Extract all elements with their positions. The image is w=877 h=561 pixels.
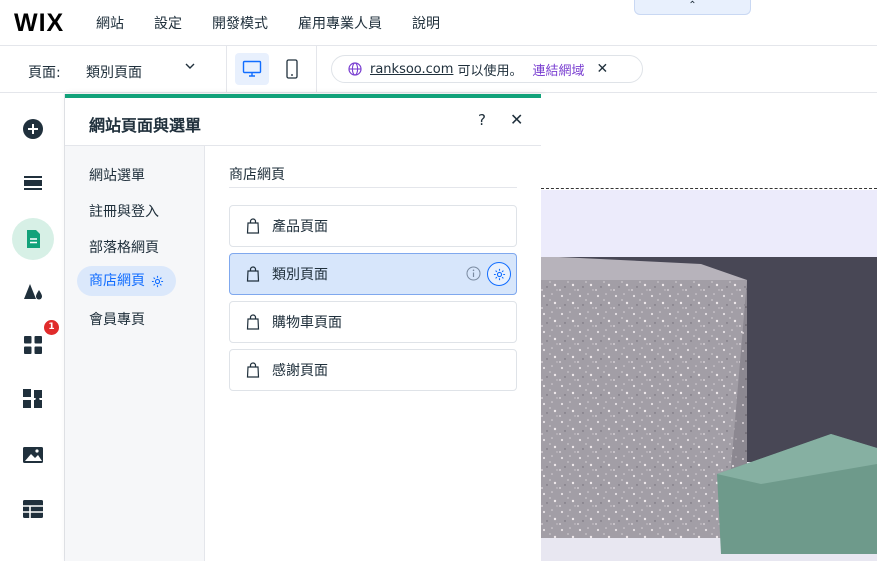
chevron-up-icon: ⌃ <box>688 0 697 11</box>
section-title: 商店網頁 <box>229 167 285 183</box>
desktop-icon <box>242 60 262 77</box>
sections-icon <box>24 176 42 190</box>
business-icon <box>23 389 42 408</box>
pages-button[interactable] <box>12 218 54 260</box>
design-button[interactable] <box>12 270 54 312</box>
globe-icon <box>348 62 362 76</box>
nav-item-site-menu[interactable]: 網站選單 <box>89 165 145 185</box>
shopping-bag-icon <box>246 266 260 282</box>
panel-nav: 網站選單 註冊與登入 部落格網頁 商店網頁 會員專頁 <box>65 146 205 561</box>
business-tools-button[interactable] <box>12 378 54 420</box>
page-item-label: 類別頁面 <box>272 267 328 283</box>
notification-badge: 1 <box>44 320 59 335</box>
top-bar: WIX 網站 設定 開發模式 雇用專業人員 說明 ⌃ <box>0 0 877 46</box>
shopping-bag-icon <box>246 218 260 234</box>
page-item-cart[interactable]: 購物車頁面 <box>229 301 517 343</box>
design-icon <box>24 284 42 300</box>
page-item-thank-you[interactable]: 感謝頁面 <box>229 349 517 391</box>
shopping-bag-icon <box>246 362 260 378</box>
page-settings-gear-icon[interactable] <box>487 262 511 286</box>
nav-item-member-pages[interactable]: 會員專頁 <box>89 309 145 329</box>
mobile-view-button[interactable] <box>280 53 304 85</box>
shopping-bag-icon <box>246 314 260 330</box>
page-item-category[interactable]: 類別頁面 <box>229 253 517 295</box>
page-label: 頁面: <box>28 65 61 81</box>
panel-title: 網站頁面與選單 <box>89 116 202 135</box>
left-rail: 1 <box>0 94 65 561</box>
add-elements-button[interactable] <box>12 108 54 150</box>
sections-button[interactable] <box>12 162 54 204</box>
page-item-label: 感謝頁面 <box>272 363 328 379</box>
nav-item-blog-pages[interactable]: 部落格網頁 <box>89 237 159 257</box>
section-divider <box>229 187 517 188</box>
domain-status: 可以使用。 <box>457 63 523 79</box>
desktop-view-button[interactable] <box>235 53 269 85</box>
apps-icon <box>24 336 42 354</box>
page-item-label: 產品頁面 <box>272 219 328 235</box>
add-icon <box>23 119 43 139</box>
media-button[interactable] <box>12 434 54 476</box>
page-item-label: 購物車頁面 <box>272 315 342 331</box>
close-icon[interactable]: ✕ <box>596 61 608 77</box>
menu-site[interactable]: 網站 <box>96 13 124 33</box>
cms-button[interactable] <box>12 488 54 530</box>
info-icon[interactable] <box>466 266 481 285</box>
close-icon[interactable]: ✕ <box>510 110 523 129</box>
page-item-product[interactable]: 產品頁面 <box>229 205 517 247</box>
page-select[interactable]: 類別頁面 <box>86 62 142 82</box>
mobile-icon <box>286 59 298 79</box>
menu-dev-mode[interactable]: 開發模式 <box>212 13 268 33</box>
domain-link[interactable]: ranksoo.com <box>370 62 453 77</box>
nav-item-label: 商店網頁 <box>89 273 145 289</box>
chevron-down-icon[interactable] <box>184 60 196 76</box>
toolbar-divider <box>316 46 317 93</box>
top-menu: 網站 設定 開發模式 雇用專業人員 說明 <box>96 0 470 46</box>
menu-help[interactable]: 說明 <box>412 13 440 33</box>
domain-suggestion: ranksoo.com 可以使用。 連結網域 ✕ <box>331 55 643 83</box>
editor-toolbar: 頁面: 類別頁面 ranksoo.com 可以使用。 連結網域 ✕ <box>0 46 877 93</box>
toolbar-divider <box>226 46 227 93</box>
nav-item-store-pages[interactable]: 商店網頁 <box>77 266 176 296</box>
nav-item-signup-login[interactable]: 註冊與登入 <box>89 201 159 221</box>
panel-accent-bar <box>65 94 541 98</box>
editor-canvas[interactable] <box>541 94 877 561</box>
cms-icon <box>23 500 43 518</box>
collapse-topbar-button[interactable]: ⌃ <box>634 0 751 15</box>
gear-icon[interactable] <box>151 275 164 288</box>
wix-logo[interactable]: WIX <box>14 9 64 38</box>
menu-settings[interactable]: 設定 <box>154 13 182 33</box>
media-icon <box>23 447 43 463</box>
terrazzo-cube-image[interactable] <box>541 94 877 561</box>
connect-domain-link[interactable]: 連結網域 <box>532 60 584 79</box>
pages-icon <box>27 230 40 248</box>
pages-panel: 網站頁面與選單 ? ✕ 網站選單 註冊與登入 部落格網頁 商店網頁 會員專頁 商… <box>65 94 541 561</box>
help-icon[interactable]: ? <box>478 111 486 129</box>
menu-hire-professional[interactable]: 雇用專業人員 <box>298 13 382 33</box>
